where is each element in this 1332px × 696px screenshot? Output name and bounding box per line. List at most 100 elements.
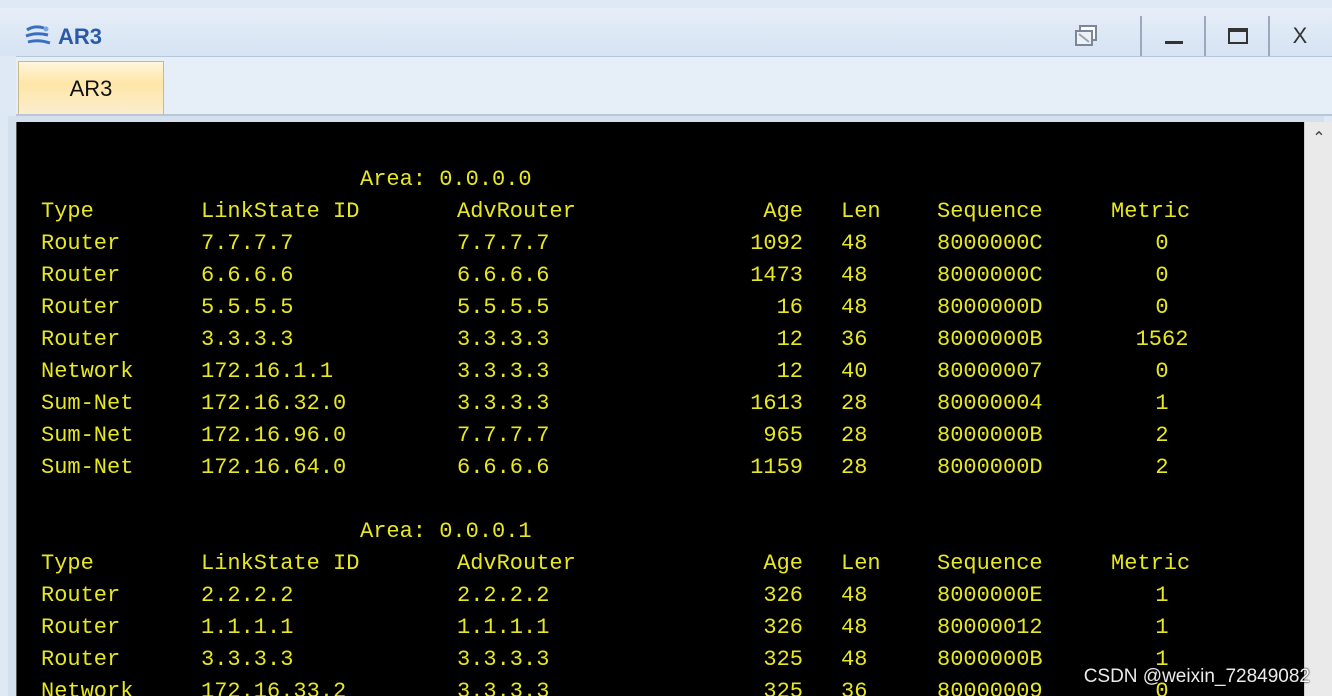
lsa-lsid: 6.6.6.6	[201, 263, 294, 288]
ensp-router-icon	[25, 25, 51, 45]
lsa-sequence: 8000000C	[937, 231, 1043, 256]
lsa-type: Router	[41, 231, 121, 256]
lsa-len: 28	[841, 455, 868, 480]
header-metric: Metric	[1111, 551, 1191, 576]
tab-ar3[interactable]: AR3	[18, 61, 164, 116]
lsa-type: Network	[41, 359, 134, 384]
header-len: Len	[841, 199, 881, 224]
maximize-button[interactable]	[1212, 16, 1264, 56]
lsa-len: 28	[841, 391, 868, 416]
area-label: Area: 0.0.0.0	[360, 167, 532, 192]
lsa-lsid: 172.16.64.0	[201, 455, 347, 480]
restore-window-icon	[1075, 25, 1097, 46]
lsa-sequence: 8000000D	[937, 455, 1043, 480]
table-row: Sum-Net 172.16.64.0 6.6.6.6 1159 28 8000…	[17, 452, 1305, 484]
restore-window-button[interactable]	[1060, 16, 1112, 56]
lsa-type: Sum-Net	[41, 455, 134, 480]
title-bar[interactable]: AR3 X	[0, 8, 1332, 56]
area-heading: Area: 0.0.0.1	[17, 516, 1305, 548]
lsa-type: Router	[41, 647, 121, 672]
table-row: Router 6.6.6.6 6.6.6.6 1473 48 8000000C …	[17, 260, 1305, 292]
minimize-icon	[1165, 41, 1183, 44]
lsa-sequence: 8000000B	[937, 327, 1043, 352]
tab-strip: AR3	[16, 56, 1332, 116]
scroll-up-arrow-icon[interactable]: ⌃	[1311, 130, 1327, 146]
lsa-metric: 2	[1155, 455, 1169, 480]
controls-divider	[1140, 16, 1142, 56]
lsa-advrouter: 3.3.3.3	[457, 359, 550, 384]
lsa-len: 36	[841, 327, 868, 352]
lsa-len: 36	[841, 679, 868, 696]
lsa-age: 326	[763, 615, 803, 640]
lsa-age: 12	[776, 327, 803, 352]
lsa-metric: 1	[1155, 615, 1169, 640]
table-row: Sum-Net 172.16.96.0 7.7.7.7 965 28 80000…	[17, 420, 1305, 452]
lsa-advrouter: 6.6.6.6	[457, 455, 550, 480]
lsa-lsid: 172.16.96.0	[201, 423, 347, 448]
table-row: Router 2.2.2.2 2.2.2.2 326 48 8000000E 1	[17, 580, 1305, 612]
lsa-lsid: 172.16.33.2	[201, 679, 347, 696]
header-type: Type	[41, 199, 94, 224]
lsa-age: 1473	[750, 263, 803, 288]
lsa-advrouter: 6.6.6.6	[457, 263, 550, 288]
lsa-sequence: 8000000E	[937, 583, 1043, 608]
maximize-icon	[1228, 28, 1248, 44]
lsa-sequence: 80000004	[937, 391, 1043, 416]
lsa-advrouter: 5.5.5.5	[457, 295, 550, 320]
header-age: Age	[763, 551, 803, 576]
lsa-age: 1613	[750, 391, 803, 416]
lsa-len: 48	[841, 263, 868, 288]
header-sequence: Sequence	[937, 199, 1043, 224]
app-window: AR3 X AR3 Area: 0.0.0.0 Type LinkState I…	[0, 0, 1332, 696]
lsa-metric: 2	[1155, 423, 1169, 448]
lsa-type: Router	[41, 583, 121, 608]
lsa-len: 48	[841, 295, 868, 320]
table-header: Type LinkState ID AdvRouter Age Len Sequ…	[17, 548, 1305, 580]
lsa-sequence: 80000009	[937, 679, 1043, 696]
area-label: Area: 0.0.0.1	[360, 519, 532, 544]
minimize-button[interactable]	[1148, 16, 1200, 56]
close-button[interactable]: X	[1274, 16, 1326, 56]
lsa-metric: 1562	[1135, 327, 1189, 352]
lsa-type: Sum-Net	[41, 423, 134, 448]
lsa-advrouter: 7.7.7.7	[457, 423, 550, 448]
lsa-metric: 0	[1155, 231, 1169, 256]
lsa-type: Router	[41, 263, 121, 288]
lsa-advrouter: 3.3.3.3	[457, 679, 550, 696]
lsa-len: 28	[841, 423, 868, 448]
table-row: Router 7.7.7.7 7.7.7.7 1092 48 8000000C …	[17, 228, 1305, 260]
table-row: Router 1.1.1.1 1.1.1.1 326 48 80000012 1	[17, 612, 1305, 644]
table-row: Router 5.5.5.5 5.5.5.5 16 48 8000000D 0	[17, 292, 1305, 324]
header-metric: Metric	[1111, 199, 1191, 224]
lsdb-title: Link State Database	[233, 122, 484, 132]
lsa-type: Router	[41, 327, 121, 352]
terminal-console[interactable]: Link State Database Area: 0.0.0.0 Type L…	[16, 122, 1305, 696]
lsa-age: 16	[776, 295, 803, 320]
lsa-type: Router	[41, 615, 121, 640]
lsa-sequence: 8000000B	[937, 647, 1043, 672]
lsa-len: 40	[841, 359, 868, 384]
header-lsid: LinkState ID	[201, 199, 360, 224]
lsa-len: 48	[841, 231, 868, 256]
close-icon: X	[1292, 23, 1308, 48]
lsa-advrouter: 3.3.3.3	[457, 647, 550, 672]
lsa-age: 965	[763, 423, 803, 448]
lsa-lsid: 3.3.3.3	[201, 647, 294, 672]
tab-label: AR3	[69, 76, 113, 101]
lsa-sequence: 80000007	[937, 359, 1043, 384]
lsa-lsid: 172.16.32.0	[201, 391, 347, 416]
lsa-sequence: 80000012	[937, 615, 1043, 640]
lsa-sequence: 8000000B	[937, 423, 1043, 448]
header-type: Type	[41, 551, 94, 576]
lsa-lsid: 7.7.7.7	[201, 231, 294, 256]
lsa-metric: 0	[1155, 263, 1169, 288]
header-advrouter: AdvRouter	[457, 551, 576, 576]
table-row: Sum-Net 172.16.32.0 3.3.3.3 1613 28 8000…	[17, 388, 1305, 420]
lsa-len: 48	[841, 647, 868, 672]
lsa-type: Network	[41, 679, 134, 696]
vertical-scrollbar[interactable]: ⌃	[1304, 122, 1332, 696]
window-title: AR3	[58, 24, 103, 49]
lsa-age: 326	[763, 583, 803, 608]
header-age: Age	[763, 199, 803, 224]
